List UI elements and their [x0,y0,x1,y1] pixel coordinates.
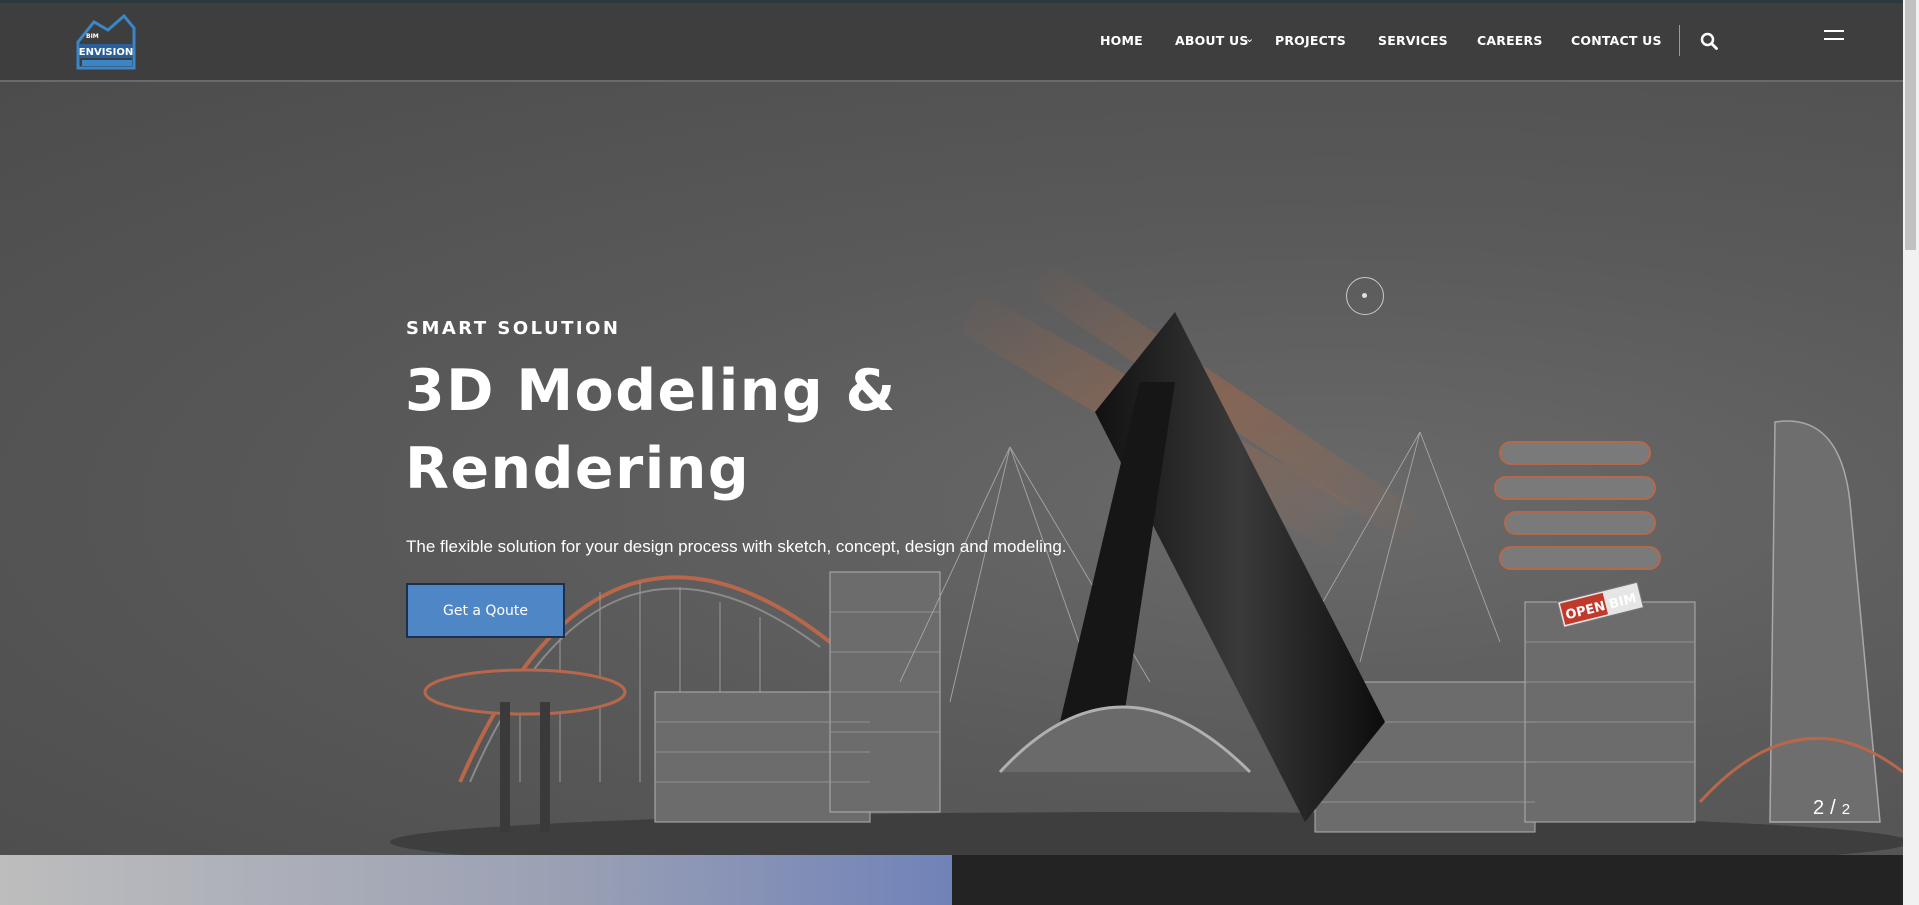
chevron-down-icon[interactable]: ⌄ [1245,32,1254,45]
nav-divider [1679,25,1680,56]
logo-graphic: ENVISION BIM [76,13,136,70]
cursor-indicator-icon [1346,277,1384,315]
slide-separator: / [1830,797,1836,819]
hamburger-menu-icon[interactable] [1824,30,1844,44]
next-section-image [0,855,952,905]
hero-description: The flexible solution for your design pr… [406,537,1067,556]
hero-kicker: SMART SOLUTION [406,318,621,339]
slide-total: 2 [1841,801,1851,818]
nav-services[interactable]: SERVICES [1378,33,1448,48]
hero-headline: 3D Modeling & Rendering [405,358,897,502]
nav-projects[interactable]: PROJECTS [1275,33,1346,48]
site-logo[interactable]: ENVISION BIM [72,13,144,72]
scrollbar-thumb[interactable] [1905,0,1916,250]
logo-sub-text: BIM [86,33,99,40]
nav-about-us[interactable]: ABOUT US [1175,33,1249,48]
hero-slider: OPEN BIM SMART SOLUTION 3D Modeling & Re… [0,82,1903,855]
nav-home[interactable]: HOME [1100,33,1143,48]
search-icon[interactable] [1700,32,1718,50]
next-section-panel [952,855,1903,905]
nav-careers[interactable]: CAREERS [1477,33,1543,48]
slide-current: 2 [1813,797,1825,819]
nav-contact-us[interactable]: CONTACT US [1571,33,1662,48]
logo-text: ENVISION [79,47,133,58]
site-header: ENVISION BIM HOME ABOUT US ⌄ PROJECTS SE… [0,3,1903,82]
get-quote-button[interactable]: Get a Qoute [406,583,565,638]
slide-counter: 2/2 [1813,797,1850,820]
